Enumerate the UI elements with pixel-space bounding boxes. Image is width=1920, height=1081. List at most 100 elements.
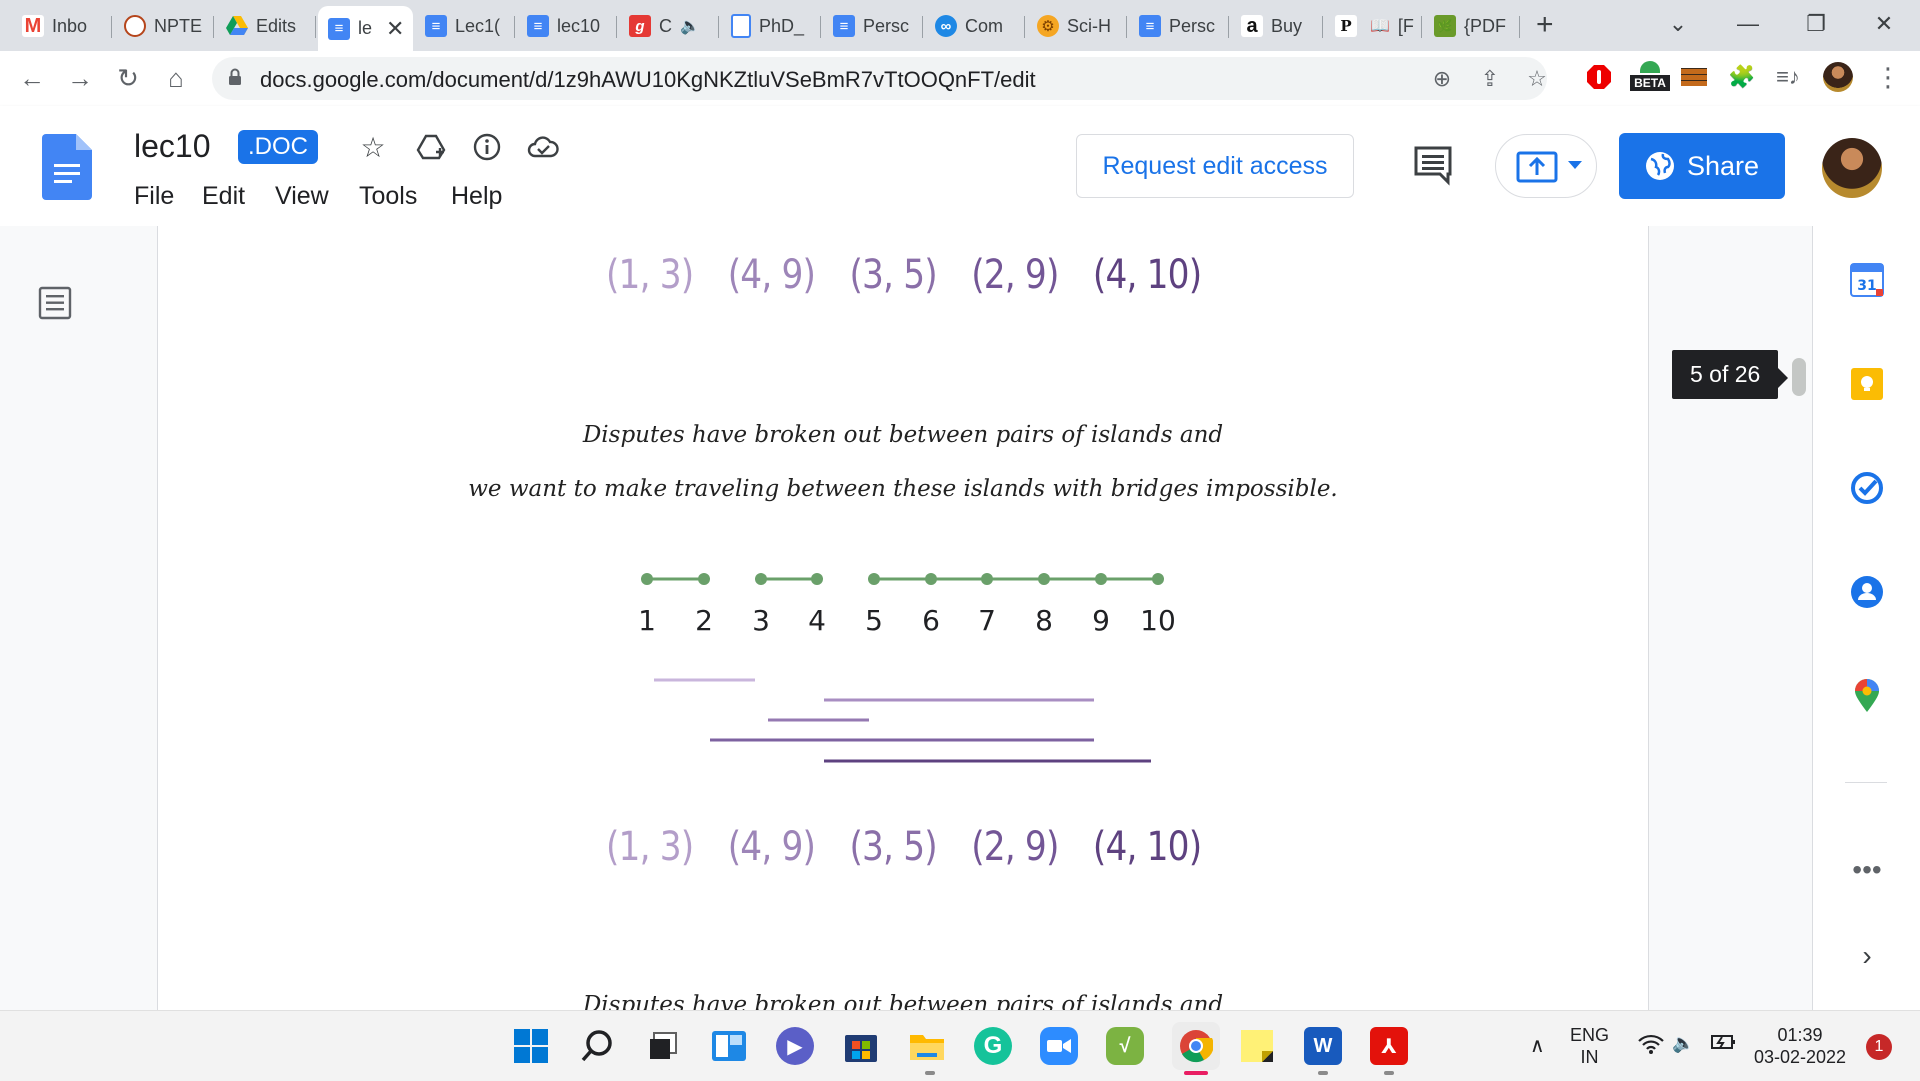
request-edit-access-button[interactable]: Request edit access [1076, 134, 1354, 198]
adblock-extension-icon[interactable] [1583, 61, 1615, 93]
google-keep-icon[interactable] [1849, 366, 1885, 402]
google-maps-icon[interactable] [1849, 678, 1885, 714]
tab-lec10-active[interactable]: ≡ le ✕ [318, 6, 413, 51]
tab-nptel[interactable]: NPTE [114, 6, 214, 46]
clock[interactable]: 01:39 03-02-2022 [1752, 1024, 1848, 1068]
battery-charging-icon[interactable] [1710, 1032, 1736, 1057]
menu-tools[interactable]: Tools [359, 182, 417, 211]
google-tasks-icon[interactable] [1849, 470, 1885, 506]
tab-audio[interactable]: g C 🔈 [619, 6, 719, 46]
task-view-icon[interactable] [644, 1027, 682, 1065]
island-node [1095, 573, 1107, 585]
chevron-down-icon [1568, 161, 1582, 169]
doc-format-badge: .DOC [238, 130, 318, 164]
language-indicator[interactable]: ENG IN [1570, 1024, 1609, 1068]
pair-label: (2, 9) [971, 252, 1059, 298]
notification-badge[interactable]: 1 [1866, 1034, 1892, 1060]
address-bar[interactable]: docs.google.com/document/d/1z9hAWU10KgNK… [212, 57, 1547, 100]
widgets-icon[interactable] [710, 1027, 748, 1065]
google-contacts-icon[interactable] [1849, 574, 1885, 610]
bookmark-star-icon[interactable]: ☆ [1524, 66, 1550, 92]
evernote-icon[interactable]: √ [1106, 1027, 1144, 1065]
account-avatar[interactable] [1822, 138, 1882, 198]
share-page-icon[interactable]: ⇪ [1477, 66, 1503, 92]
zoom-icon[interactable]: ⊕ [1429, 66, 1455, 92]
tab-search-chevron-icon[interactable]: ⌄ [1648, 6, 1708, 42]
extensions-puzzle-icon[interactable]: 🧩 [1726, 61, 1758, 93]
windows-start-icon[interactable] [512, 1027, 550, 1065]
tab-drive-edits[interactable]: Edits [216, 6, 316, 46]
document-icon [731, 14, 751, 38]
close-window-button[interactable]: ✕ [1854, 6, 1914, 42]
home-button[interactable]: ⌂ [160, 62, 192, 94]
microsoft-store-icon[interactable] [842, 1027, 880, 1065]
tab-persc-a[interactable]: ≡ Persc [823, 6, 923, 46]
media-control-icon[interactable]: ≡♪ [1772, 61, 1804, 93]
expand-panel-chevron-icon[interactable]: › [1849, 938, 1885, 974]
tab-persc-b[interactable]: ≡ Persc [1129, 6, 1229, 46]
file-explorer-icon[interactable] [908, 1027, 946, 1065]
google-docs-logo[interactable] [42, 134, 92, 200]
brick-extension-icon[interactable] [1678, 61, 1710, 93]
star-icon[interactable]: ☆ [356, 130, 390, 164]
pair-label: (2, 9) [971, 824, 1059, 870]
island-number: 1 [638, 604, 656, 637]
profile-avatar[interactable] [1822, 61, 1854, 93]
show-hidden-icons-chevron-icon[interactable]: ∧ [1530, 1035, 1545, 1057]
present-button[interactable] [1495, 134, 1597, 198]
tab-amazon[interactable]: a Buy [1231, 6, 1323, 46]
grammarly-taskbar-icon[interactable]: G [974, 1027, 1012, 1065]
teams-chat-icon[interactable]: ▶ [776, 1027, 814, 1065]
search-icon[interactable] [578, 1027, 616, 1065]
browser-menu-icon[interactable]: ⋮ [1872, 61, 1904, 93]
tab-pdf[interactable]: 🌿 {PDF [1424, 6, 1520, 46]
volume-icon[interactable]: 🔈 [1672, 1032, 1694, 1054]
menu-view[interactable]: View [275, 182, 329, 211]
close-tab-icon[interactable]: ✕ [386, 16, 404, 42]
document-page[interactable]: (1, 3) (4, 9) (3, 5) (2, 9) (4, 10) Disp… [157, 226, 1649, 1010]
comment-history-icon[interactable] [1412, 144, 1454, 186]
beta-extension-icon[interactable]: BETA [1630, 61, 1670, 93]
lock-icon[interactable] [228, 68, 242, 86]
gmail-icon: M [22, 15, 44, 37]
sticky-notes-icon[interactable] [1238, 1027, 1276, 1065]
tab-lec10-c[interactable]: ≡ lec10 [517, 6, 617, 46]
tab-com[interactable]: ∞ Com [925, 6, 1025, 46]
new-tab-button[interactable]: + [1536, 8, 1554, 42]
island-node [811, 573, 823, 585]
tab-scihub[interactable]: ⚙ Sci-H [1027, 6, 1127, 46]
tab-lec10-b[interactable]: ≡ Lec1( [415, 6, 515, 46]
island-pairs-top: (1, 3) (4, 9) (3, 5) (2, 9) (4, 10) [606, 252, 1202, 298]
restore-button[interactable]: ❐ [1786, 6, 1846, 42]
speaker-icon[interactable]: 🔈 [680, 16, 700, 36]
menu-help[interactable]: Help [451, 182, 502, 211]
menu-edit[interactable]: Edit [202, 182, 245, 211]
document-outline-icon[interactable] [38, 286, 72, 320]
move-to-drive-icon[interactable] [414, 130, 448, 164]
cloud-saved-icon[interactable] [526, 130, 560, 164]
amazon-icon: a [1241, 15, 1263, 37]
present-upload-icon [1516, 151, 1558, 183]
google-calendar-icon[interactable]: 31 [1849, 262, 1885, 298]
url-text[interactable]: docs.google.com/document/d/1z9hAWU10KgNK… [260, 67, 1036, 93]
wifi-icon[interactable] [1638, 1033, 1664, 1060]
chrome-taskbar-icon[interactable] [1172, 1022, 1220, 1070]
tab-gmail[interactable]: M Inbo [12, 6, 112, 46]
share-button[interactable]: Share [1619, 133, 1785, 199]
zoom-app-icon[interactable] [1040, 1027, 1078, 1065]
forward-button[interactable]: → [64, 62, 96, 94]
tab-phd[interactable]: PhD_ [721, 6, 821, 46]
tab-label: Com [965, 15, 1004, 36]
microsoft-word-icon[interactable]: W [1304, 1027, 1342, 1065]
document-info-icon[interactable] [470, 130, 504, 164]
reload-button[interactable]: ↻ [112, 62, 144, 94]
document-title[interactable]: lec10 [134, 128, 211, 165]
menu-file[interactable]: File [134, 182, 174, 211]
minimize-button[interactable]: — [1718, 6, 1778, 42]
tab-book[interactable]: 📖 [F [1360, 6, 1422, 46]
adobe-acrobat-icon[interactable]: ⅄ [1370, 1027, 1408, 1065]
vertical-scrollbar-thumb[interactable] [1792, 358, 1806, 396]
more-addons-icon[interactable]: ••• [1849, 852, 1885, 888]
island-node [868, 573, 880, 585]
back-button[interactable]: ← [16, 62, 48, 94]
